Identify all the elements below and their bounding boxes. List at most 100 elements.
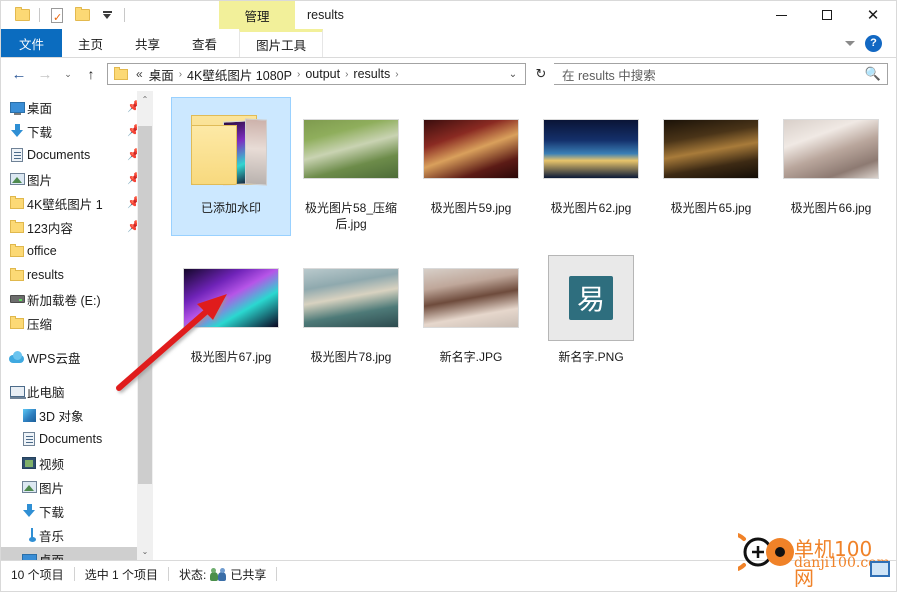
search-icon[interactable]: 🔍 xyxy=(865,66,881,82)
tab-share[interactable]: 共享 xyxy=(119,29,176,57)
maximize-button[interactable] xyxy=(804,1,850,29)
close-button[interactable]: ✕ xyxy=(850,1,896,29)
forward-button[interactable]: → xyxy=(33,62,57,86)
scroll-down-arrow-icon[interactable]: ⌄ xyxy=(137,543,153,560)
breadcrumb-separator[interactable]: › xyxy=(177,69,184,80)
breadcrumb-item-desktop[interactable]: 桌面 xyxy=(146,65,177,84)
breadcrumb-ellipsis[interactable]: « xyxy=(133,67,146,81)
desktop-icon xyxy=(9,99,25,115)
download-icon xyxy=(9,123,25,139)
help-icon[interactable]: ? xyxy=(865,34,882,52)
recent-locations-button[interactable]: ⌄ xyxy=(59,62,77,86)
sidebar-item-wps-cloud[interactable]: WPS云盘 xyxy=(1,345,153,369)
new-folder-icon[interactable] xyxy=(11,4,33,26)
address-dropdown-icon[interactable]: ⌄ xyxy=(503,64,523,84)
refresh-button[interactable]: ↻ xyxy=(530,63,552,85)
scrollbar-track[interactable] xyxy=(137,108,153,543)
breadcrumb-separator[interactable]: › xyxy=(295,69,302,80)
breadcrumb-item-wallpaper[interactable]: 4K壁纸图片 1080P xyxy=(184,65,295,84)
breadcrumb-separator[interactable]: › xyxy=(343,69,350,80)
breadcrumb[interactable]: « 桌面 › 4K壁纸图片 1080P › output › results ›… xyxy=(107,63,526,85)
scrollbar-thumb[interactable] xyxy=(138,126,152,484)
image-thumbnail xyxy=(423,268,519,328)
up-button[interactable]: ↑ xyxy=(79,62,103,86)
sidebar-item-4k-wallpaper[interactable]: 4K壁纸图片 1 📌 xyxy=(1,191,153,215)
qat-divider-2 xyxy=(124,8,125,22)
sidebar-item-pictures[interactable]: 图片 📌 xyxy=(1,167,153,191)
sidebar-item-downloads[interactable]: 下载 📌 xyxy=(1,119,153,143)
tab-manage[interactable]: 管理 xyxy=(219,1,295,29)
sidebar-item-label: 4K壁纸图片 1 xyxy=(27,197,103,212)
sidebar-item-this-pc[interactable]: 此电脑 xyxy=(1,379,153,403)
breadcrumb-item-output[interactable]: output xyxy=(302,67,343,81)
sidebar-item-123content[interactable]: 123内容 📌 xyxy=(1,215,153,239)
thumbnail-wrapper xyxy=(533,101,649,197)
file-item-image-58[interactable]: 极光图片58_压缩后.jpg xyxy=(291,97,411,236)
thumbnail-wrapper xyxy=(413,101,529,197)
sidebar-item-pc-pictures[interactable]: 图片 xyxy=(1,475,153,499)
chevron-down-icon[interactable] xyxy=(845,40,855,46)
file-item-newname-png[interactable]: 易 新名字.PNG xyxy=(531,246,651,369)
sidebar-item-compressed[interactable]: 压缩 xyxy=(1,311,153,335)
tab-file[interactable]: 文件 xyxy=(1,29,63,57)
window-title: results xyxy=(307,8,344,22)
sidebar-item-music[interactable]: 音乐 xyxy=(1,523,153,547)
customize-dropdown-icon[interactable] xyxy=(96,4,118,26)
file-item-image-62[interactable]: 极光图片62.jpg xyxy=(531,97,651,236)
sidebar-item-desktop[interactable]: 桌面 📌 xyxy=(1,95,153,119)
tab-home[interactable]: 主页 xyxy=(62,29,119,57)
folder-icon xyxy=(9,195,25,211)
file-name-label: 极光图片62.jpg xyxy=(550,201,632,215)
file-item-image-59[interactable]: 极光图片59.jpg xyxy=(411,97,531,236)
file-item-image-67[interactable]: 极光图片67.jpg xyxy=(171,246,291,369)
image-thumbnail xyxy=(783,119,879,179)
file-item-newname-jpg[interactable]: 新名字.JPG xyxy=(411,246,531,369)
content-area: 桌面 📌 下载 📌 Documents 📌 图片 📌 4K壁纸图片 1 📌 12… xyxy=(1,91,896,560)
sidebar-item-pc-documents[interactable]: Documents xyxy=(1,427,153,451)
tab-share-label: 共享 xyxy=(135,37,161,52)
status-badge: 状态: 已共享 xyxy=(179,566,276,583)
breadcrumb-separator[interactable]: › xyxy=(393,69,400,80)
pictures-icon xyxy=(21,479,37,495)
scroll-up-arrow-icon[interactable]: ⌃ xyxy=(137,91,153,108)
sidebar-item-pc-desktop[interactable]: 桌面 xyxy=(1,547,153,560)
status-label: 状态: xyxy=(179,567,207,582)
file-item-image-65[interactable]: 极光图片65.jpg xyxy=(651,97,771,236)
tab-view[interactable]: 查看 xyxy=(176,29,233,57)
tab-file-label: 文件 xyxy=(19,37,45,52)
tab-home-label: 主页 xyxy=(78,37,104,52)
image-thumbnail xyxy=(303,268,399,328)
sidebar-item-3d-objects[interactable]: 3D 对象 xyxy=(1,403,153,427)
sidebar-item-results[interactable]: results xyxy=(1,263,153,287)
ribbon-tab-bar: 文件 主页 共享 查看 图片工具 ? xyxy=(1,29,896,58)
drive-icon xyxy=(9,291,25,307)
search-input[interactable]: 在 results 中搜索 🔍 xyxy=(554,63,888,85)
computer-icon xyxy=(9,383,26,399)
status-item-count-label: 10 个项目 xyxy=(11,567,64,582)
sidebar-item-new-volume-e[interactable]: 新加载卷 (E:) xyxy=(1,287,153,311)
scroll-down-label: ⌄ xyxy=(141,547,149,556)
folder-icon[interactable] xyxy=(71,4,93,26)
nav-group-gap-2 xyxy=(1,369,153,379)
properties-icon[interactable]: ✓ xyxy=(46,4,68,26)
file-list-pane[interactable]: 已添加水印 极光图片58_压缩后.jpg 极光图片59.jpg 极光图片62.j… xyxy=(153,91,896,560)
ribbon-right-controls: ? xyxy=(845,29,890,57)
breadcrumb-item-results[interactable]: results xyxy=(350,67,393,81)
sidebar-item-label: 此电脑 xyxy=(27,385,65,400)
status-divider-1 xyxy=(73,567,75,581)
help-label: ? xyxy=(870,37,877,49)
file-item-image-78[interactable]: 极光图片78.jpg xyxy=(291,246,411,369)
file-item-image-66[interactable]: 极光图片66.jpg xyxy=(771,97,891,236)
sidebar-item-documents[interactable]: Documents 📌 xyxy=(1,143,153,167)
tab-picture-tools[interactable]: 图片工具 xyxy=(239,29,324,57)
sidebar-item-pc-downloads[interactable]: 下载 xyxy=(1,499,153,523)
thumbnail-wrapper xyxy=(173,250,289,346)
sidebar-item-office[interactable]: office xyxy=(1,239,153,263)
back-button[interactable]: ← xyxy=(7,62,31,86)
status-divider-2 xyxy=(168,567,170,581)
navigation-scrollbar[interactable]: ⌃ ⌄ xyxy=(137,91,153,560)
file-item-folder-watermarked[interactable]: 已添加水印 xyxy=(171,97,291,236)
sidebar-item-videos[interactable]: 视频 xyxy=(1,451,153,475)
minimize-button[interactable] xyxy=(758,1,804,29)
folder-icon xyxy=(9,243,25,259)
